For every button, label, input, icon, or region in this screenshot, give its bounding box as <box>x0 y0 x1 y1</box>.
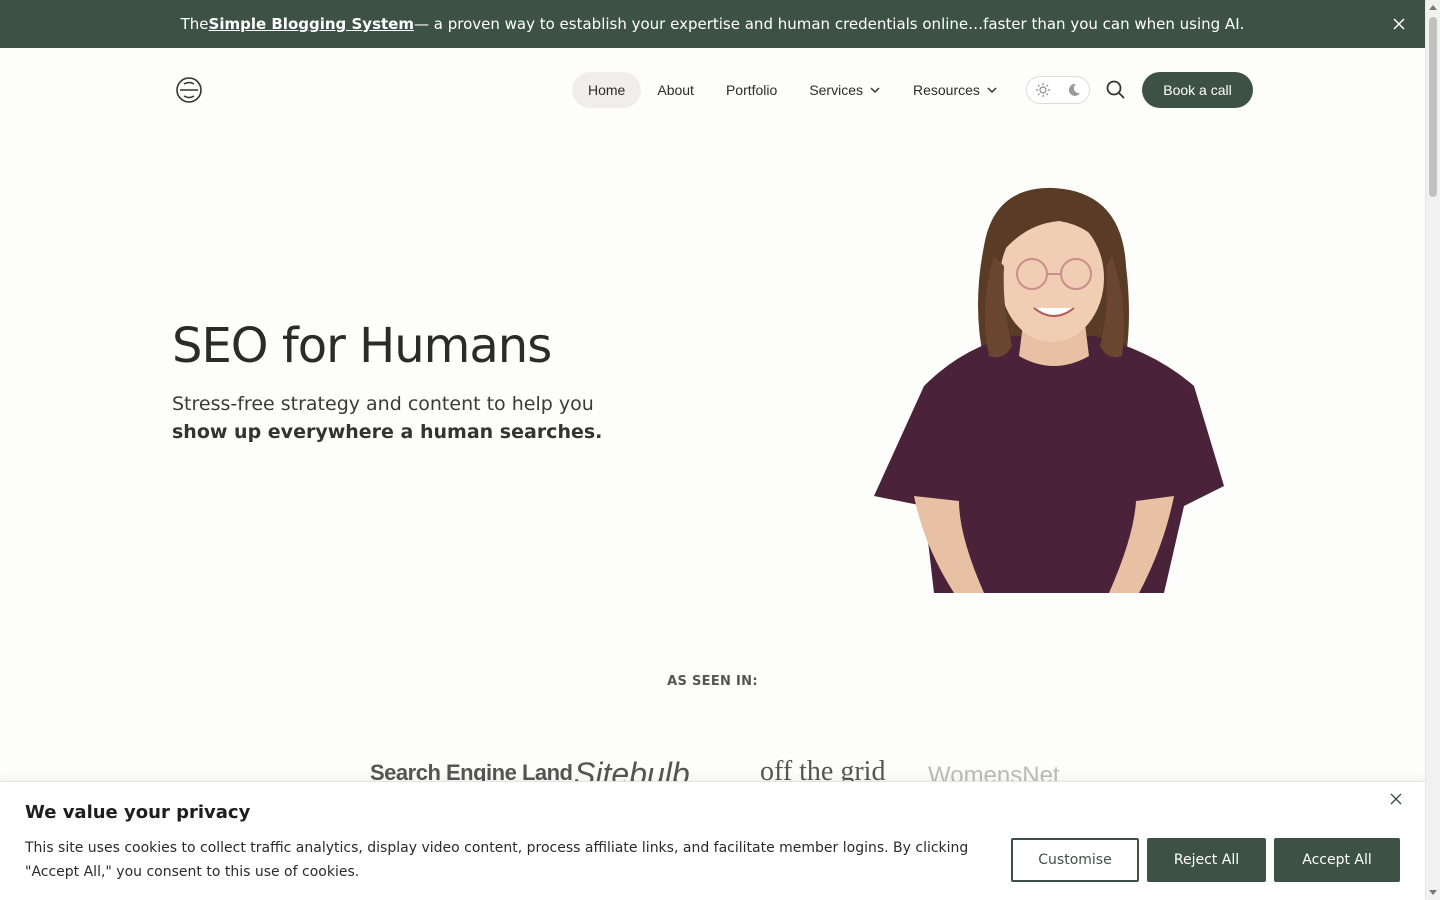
customise-button[interactable]: Customise <box>1011 838 1139 882</box>
nav-label: Portfolio <box>725 82 778 98</box>
cookie-banner: We value your privacy This site uses coo… <box>0 781 1425 900</box>
close-icon <box>1390 793 1402 805</box>
nav-item-resources[interactable]: Resources <box>897 72 1014 108</box>
theme-toggle[interactable] <box>1026 76 1090 104</box>
announcement-suffix: — a proven way to establish your experti… <box>413 15 1245 33</box>
cookie-title: We value your privacy <box>25 802 251 823</box>
announcement-link[interactable]: Simple Blogging System <box>209 15 414 33</box>
chevron-down-icon <box>870 87 880 94</box>
announcement-bar: The Simple Blogging System — a proven wa… <box>0 0 1425 48</box>
page-scrollbar[interactable] <box>1425 0 1440 900</box>
hero-subtitle-bold: show up everywhere a human searches. <box>172 421 603 443</box>
nav-item-home[interactable]: Home <box>572 72 642 108</box>
nav-label: Resources <box>913 82 980 98</box>
nav-item-about[interactable]: About <box>641 72 710 108</box>
main-nav: Home About Portfolio Services Resources <box>572 72 1014 108</box>
nav-label: About <box>657 82 694 98</box>
site-logo[interactable] <box>175 76 203 104</box>
announcement-close-button[interactable] <box>1389 14 1409 34</box>
nav-label: Home <box>588 82 626 98</box>
search-icon <box>1106 80 1125 99</box>
scrollbar-thumb[interactable] <box>1429 17 1437 197</box>
as-seen-in-label: AS SEEN IN: <box>667 674 758 689</box>
reject-all-button[interactable]: Reject All <box>1147 838 1266 882</box>
logo-icon <box>176 77 202 103</box>
hero-portrait <box>864 186 1228 593</box>
cookie-text: This site uses cookies to collect traffi… <box>25 840 969 880</box>
nav-item-services[interactable]: Services <box>793 72 897 108</box>
scroll-down-arrow[interactable] <box>1429 890 1437 895</box>
accept-all-button[interactable]: Accept All <box>1274 838 1400 882</box>
hero-subtitle-text: Stress-free strategy and content to help… <box>172 393 594 415</box>
scroll-up-arrow[interactable] <box>1429 5 1437 10</box>
cookie-close-button[interactable] <box>1388 791 1404 807</box>
moon-icon[interactable] <box>1066 82 1082 98</box>
search-button[interactable] <box>1105 79 1127 101</box>
nav-label: Services <box>809 82 863 98</box>
announcement-prefix: The <box>180 15 209 33</box>
sun-icon[interactable] <box>1035 82 1051 98</box>
nav-item-portfolio[interactable]: Portfolio <box>710 72 793 108</box>
close-icon <box>1393 18 1405 30</box>
book-call-button[interactable]: Book a call <box>1142 72 1253 108</box>
hero-title: SEO for Humans <box>172 318 552 374</box>
hero-subtitle: Stress-free strategy and content to help… <box>172 390 632 446</box>
chevron-down-icon <box>987 87 997 94</box>
